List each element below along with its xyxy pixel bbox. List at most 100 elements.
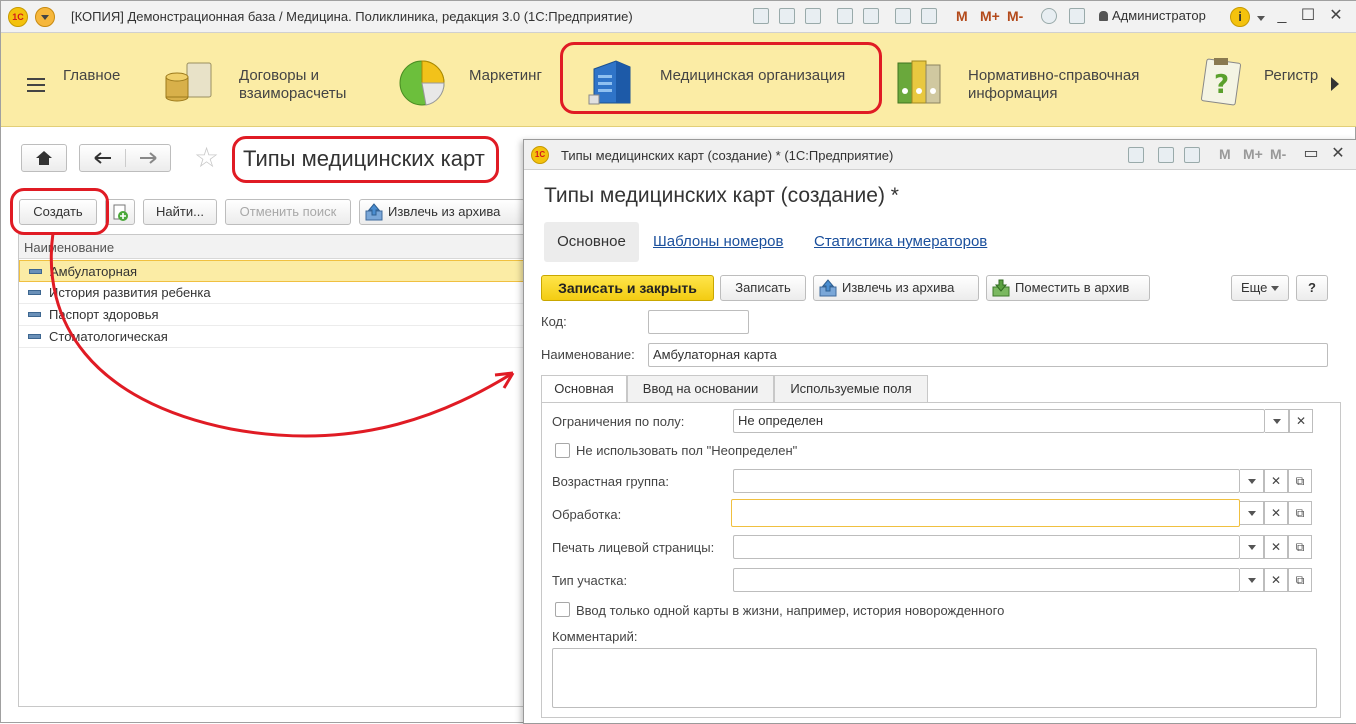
zoom-icon[interactable]	[1041, 8, 1057, 24]
section-label-line2: информация	[968, 85, 1058, 102]
copy-button[interactable]	[105, 199, 135, 225]
form-title-bar: 1С Типы медицинских карт (создание) * (1…	[524, 140, 1356, 170]
save-button[interactable]: Записать	[720, 275, 806, 301]
favorite-star-icon[interactable]: ☆	[194, 144, 219, 172]
chevron-down-icon	[1272, 419, 1281, 425]
table-row[interactable]: История развития ребенка	[19, 282, 525, 304]
print-page-field[interactable]	[733, 535, 1240, 559]
preview-icon[interactable]	[805, 8, 821, 24]
info-icon[interactable]: i	[1230, 7, 1250, 27]
current-user[interactable]: Администратор	[1099, 8, 1206, 23]
minimize-button[interactable]: _	[1271, 5, 1293, 27]
table-row[interactable]: Паспорт здоровья	[19, 304, 525, 326]
creation-form-window: 1С Типы медицинских карт (создание) * (1…	[523, 139, 1356, 724]
find-button[interactable]: Найти...	[143, 199, 217, 225]
memory-mminus-button[interactable]: M-	[1270, 146, 1286, 162]
undefined-gender-checkbox[interactable]	[555, 443, 570, 458]
home-icon	[36, 151, 52, 165]
memory-mplus-button[interactable]: M+	[980, 8, 1000, 24]
row-name: Стоматологическая	[49, 329, 168, 344]
forward-arrow-icon[interactable]	[126, 145, 172, 171]
restore-from-archive-button[interactable]: Извлечь из архива	[359, 199, 525, 225]
scroll-right-icon[interactable]	[1331, 77, 1339, 91]
back-arrow-icon[interactable]	[80, 145, 126, 171]
print-icon[interactable]	[1128, 147, 1144, 163]
tab-used-fields[interactable]: Используемые поля	[774, 375, 928, 403]
dropdown-button[interactable]	[1240, 568, 1264, 592]
item-icon	[28, 290, 41, 295]
button-label: Извлечь из архива	[842, 280, 955, 295]
one-card-checkbox[interactable]	[555, 602, 570, 617]
tab-basic[interactable]: Основная	[541, 375, 627, 404]
move-to-archive-button[interactable]: Поместить в архив	[986, 275, 1150, 301]
clear-button[interactable]: ✕	[1264, 568, 1288, 592]
open-icon[interactable]: ⧉	[1288, 469, 1312, 493]
minimize-button[interactable]: ▭	[1300, 143, 1322, 165]
save-and-close-button[interactable]: Записать и закрыть	[541, 275, 714, 301]
calendar-icon[interactable]	[921, 8, 937, 24]
dropdown-button[interactable]	[1265, 409, 1289, 433]
table-row[interactable]: Стоматологическая	[19, 326, 525, 348]
close-button[interactable]: ✕	[1327, 143, 1349, 165]
gender-select[interactable]: Не определен	[733, 409, 1265, 433]
name-field[interactable]: Амбулаторная карта	[648, 343, 1328, 367]
memory-mminus-button[interactable]: M-	[1007, 8, 1023, 24]
dropdown-button[interactable]	[1240, 501, 1264, 525]
chevron-down-icon[interactable]	[1257, 16, 1265, 21]
memory-mplus-button[interactable]: M+	[1243, 146, 1263, 162]
processing-field[interactable]	[731, 499, 1240, 527]
chevron-down-icon	[1247, 511, 1256, 517]
user-name: Администратор	[1112, 8, 1206, 23]
calendar-icon[interactable]	[1184, 147, 1200, 163]
user-icon	[1099, 11, 1108, 21]
maximize-button[interactable]: ☐	[1297, 5, 1319, 27]
memory-m-button[interactable]: M	[1219, 146, 1231, 162]
form-window-title: Типы медицинских карт (создание) * (1С:П…	[561, 148, 894, 163]
main-menu-icon[interactable]	[35, 7, 55, 27]
dropdown-button[interactable]	[1240, 535, 1264, 559]
calculator-icon[interactable]	[895, 8, 911, 24]
clear-button[interactable]: ✕	[1264, 469, 1288, 493]
chevron-down-icon	[1247, 578, 1256, 584]
age-group-field[interactable]	[733, 469, 1240, 493]
open-icon[interactable]: ⧉	[1288, 568, 1312, 592]
memory-m-button[interactable]: M	[956, 8, 968, 24]
restore-from-archive-button[interactable]: Извлечь из архива	[813, 275, 979, 301]
clear-button[interactable]: ✕	[1289, 409, 1313, 433]
area-type-field[interactable]	[733, 568, 1240, 592]
button-label: Извлечь из архива	[388, 204, 501, 219]
1c-logo-icon: 1С	[8, 7, 28, 27]
more-button[interactable]: Еще	[1231, 275, 1289, 301]
open-icon[interactable]: ⧉	[1288, 535, 1312, 559]
open-icon[interactable]: ⧉	[1288, 501, 1312, 525]
comment-field[interactable]	[552, 648, 1317, 708]
item-icon	[28, 334, 41, 339]
nav-history	[79, 144, 171, 172]
tab-numerator-stats[interactable]: Статистика нумераторов	[814, 233, 987, 250]
link-icon[interactable]	[837, 8, 853, 24]
clear-button[interactable]: ✕	[1264, 535, 1288, 559]
annotation-highlight-create	[10, 188, 109, 235]
panels-icon[interactable]	[1069, 8, 1085, 24]
code-label: Код:	[541, 314, 567, 329]
report-icon[interactable]	[863, 8, 879, 24]
item-icon	[29, 269, 42, 274]
tab-input-on-basis[interactable]: Ввод на основании	[627, 375, 774, 403]
form-heading: Типы медицинских карт (создание) *	[544, 184, 899, 207]
clear-button[interactable]: ✕	[1264, 501, 1288, 525]
table-row[interactable]: Амбулаторная	[19, 260, 525, 282]
code-field[interactable]	[648, 310, 749, 334]
calculator-icon[interactable]	[1158, 147, 1174, 163]
age-group-label: Возрастная группа:	[552, 474, 669, 489]
close-button[interactable]: ✕	[1325, 5, 1347, 27]
dropdown-button[interactable]	[1240, 469, 1264, 493]
print-icon[interactable]	[779, 8, 795, 24]
home-button[interactable]	[21, 144, 67, 172]
tab-number-templates[interactable]: Шаблоны номеров	[653, 233, 783, 250]
cancel-search-button[interactable]: Отменить поиск	[225, 199, 351, 225]
help-button[interactable]: ?	[1296, 275, 1328, 301]
checkbox-label: Не использовать пол "Неопределен"	[576, 443, 798, 458]
save-icon[interactable]	[753, 8, 769, 24]
tab-main[interactable]: Основное	[544, 222, 639, 262]
column-header[interactable]: Наименование	[19, 235, 525, 259]
